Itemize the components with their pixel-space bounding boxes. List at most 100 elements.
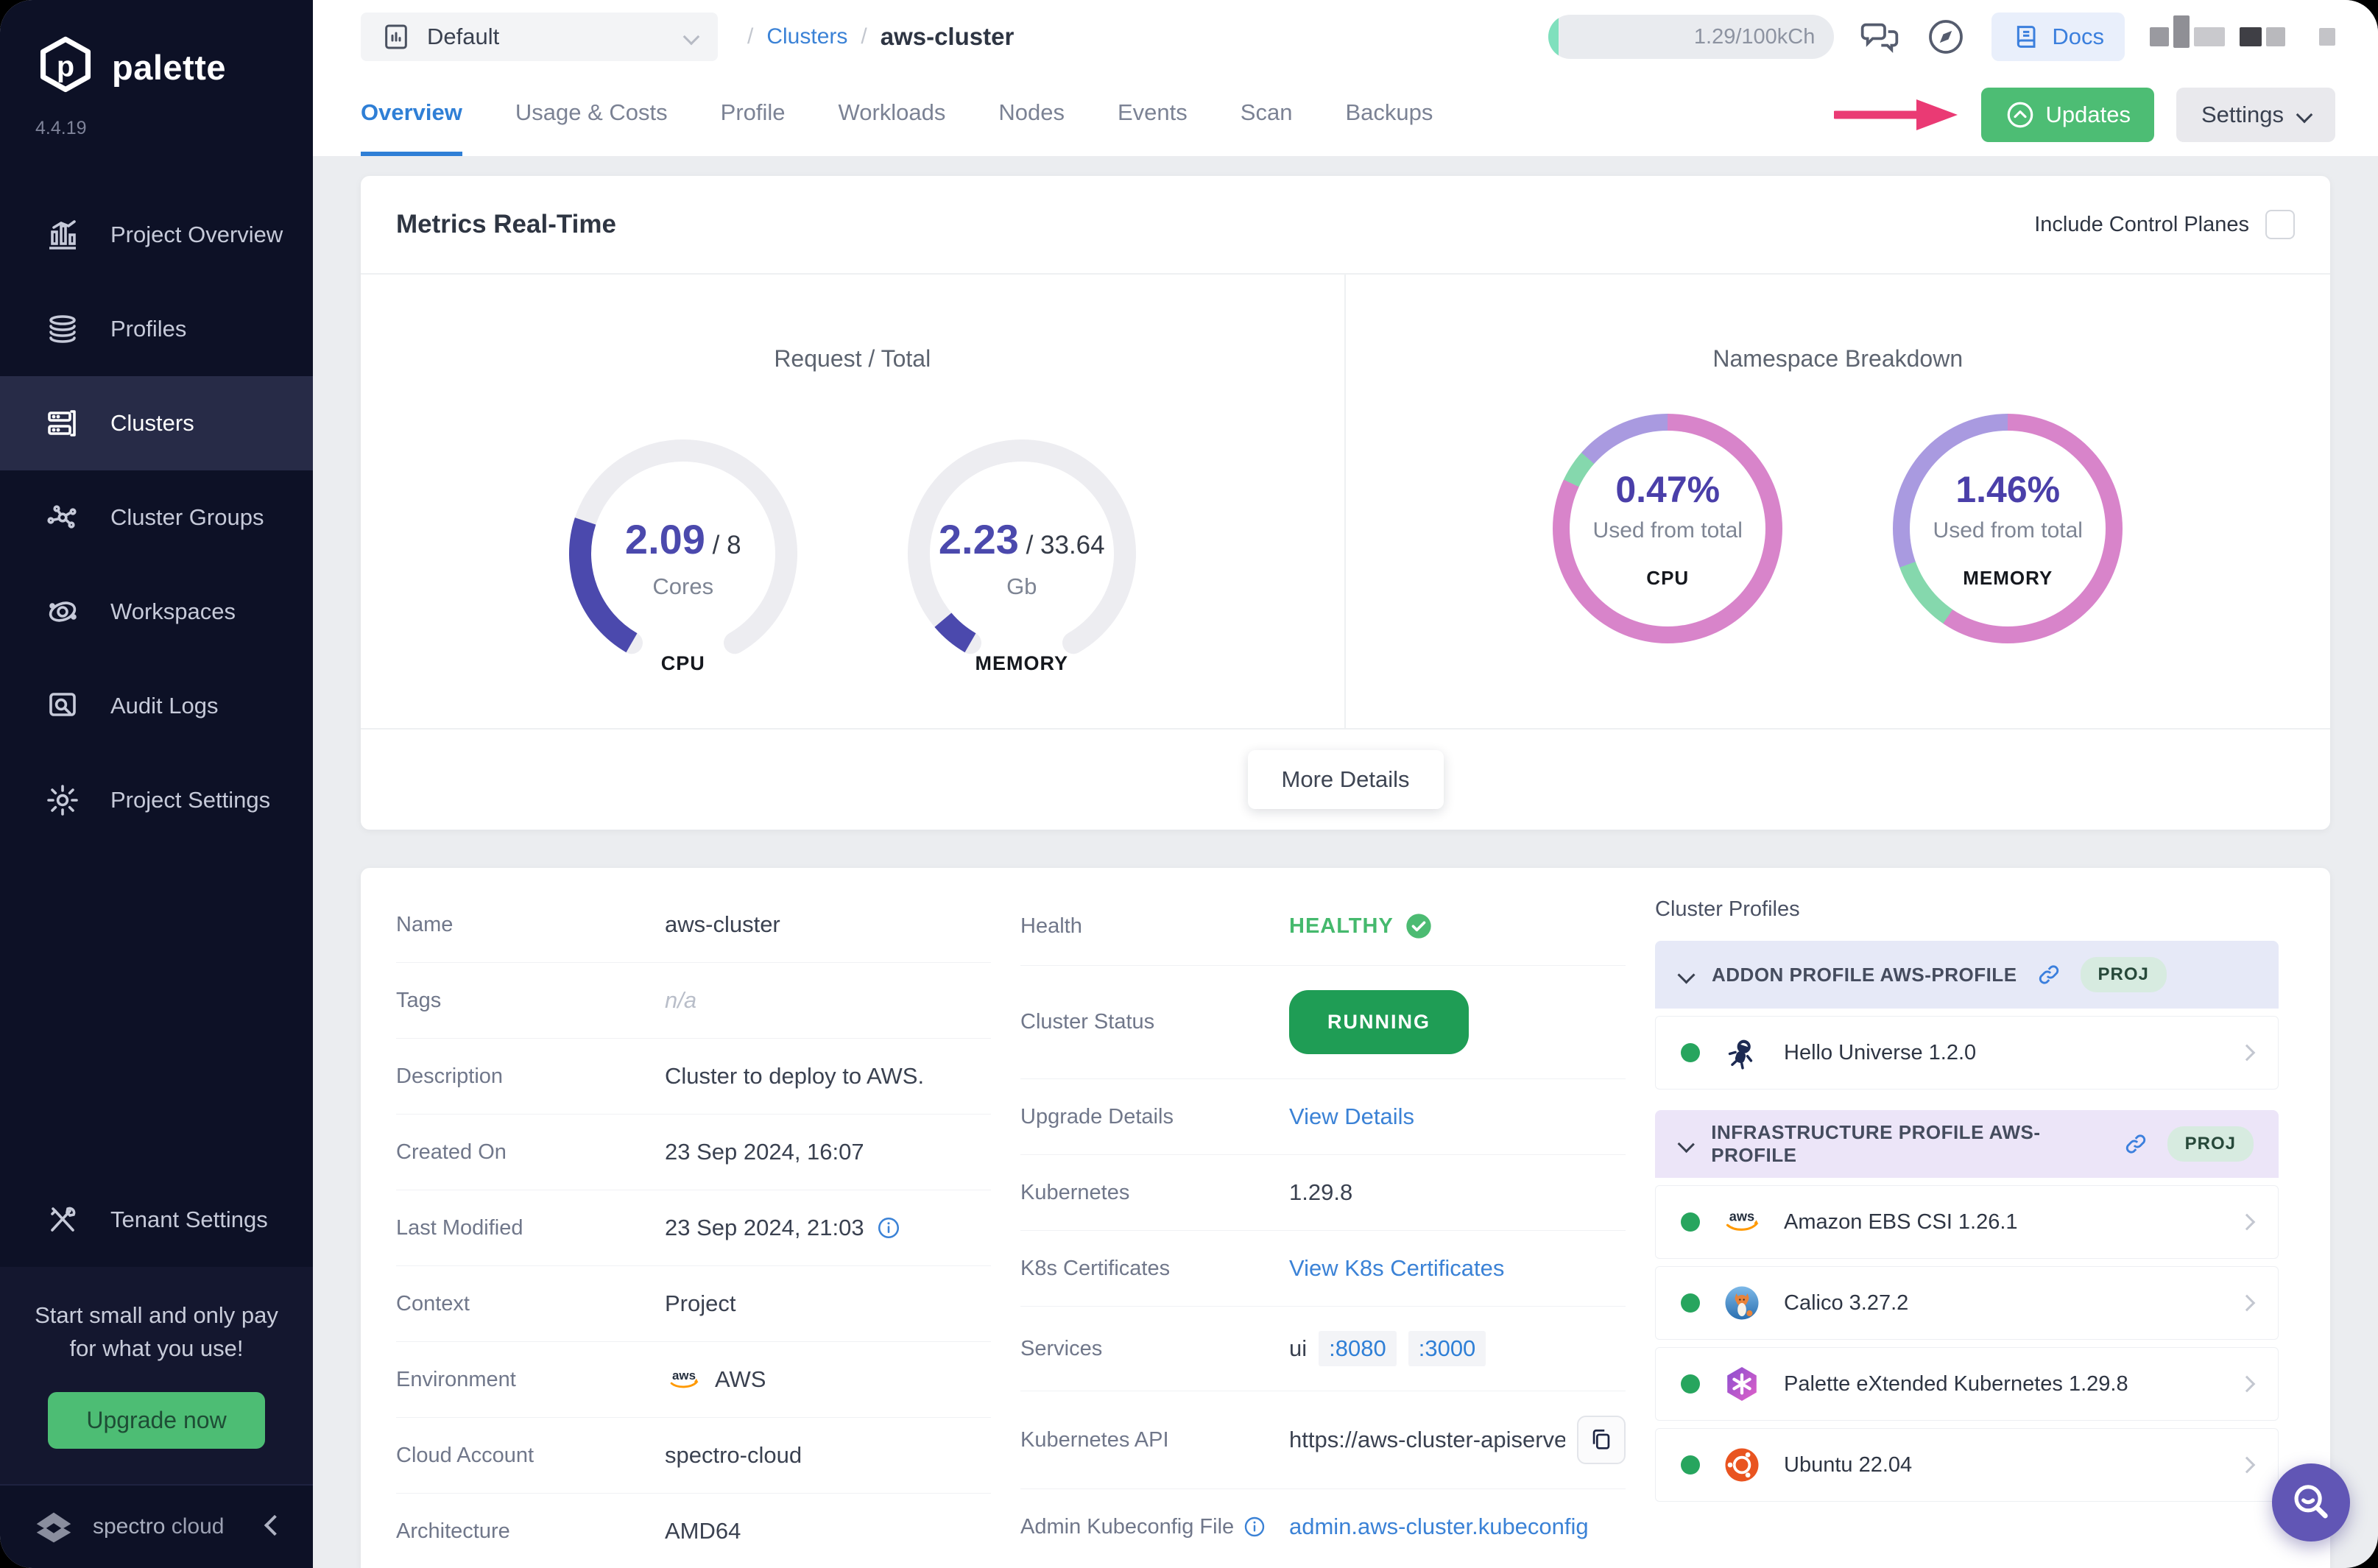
chevron-down-icon	[1677, 965, 1696, 984]
metrics-footer: More Details	[361, 728, 2330, 830]
chevron-right-icon	[2238, 1375, 2256, 1393]
profile-pack-name: Palette eXtended Kubernetes 1.29.8	[1784, 1371, 2128, 1396]
detail-row-description: Description Cluster to deploy to AWS.	[396, 1039, 991, 1115]
addon-profile-group-header[interactable]: ADDON PROFILE AWS-PROFILE PROJ	[1655, 941, 2279, 1009]
profile-row-amazon-ebs-csi[interactable]: aws Amazon EBS CSI 1.26.1	[1655, 1185, 2279, 1259]
tools-icon	[41, 1202, 84, 1237]
top-bar: Default / Clusters / aws-cluster 1.29/10…	[313, 0, 2378, 74]
sidebar-item-label: Cluster Groups	[110, 504, 264, 530]
footer-brand: spectro cloud	[93, 1514, 224, 1539]
usage-quota-value: 1.29/100kCh	[1693, 24, 1816, 49]
chat-button[interactable]	[1859, 16, 1900, 57]
upgrade-now-button[interactable]: Upgrade now	[48, 1392, 265, 1449]
sidebar-item-project-overview[interactable]: Project Overview	[0, 188, 313, 282]
more-details-button[interactable]: More Details	[1247, 750, 1444, 809]
pxk-hexagon-icon	[1721, 1363, 1763, 1405]
sidebar-item-label: Project Overview	[110, 222, 283, 247]
detail-label: Kubernetes API	[1020, 1427, 1169, 1452]
upgrade-promo-panel: Start small and only pay for what you us…	[0, 1267, 313, 1484]
detail-label: Last Modified	[396, 1215, 523, 1240]
detail-value: aws-cluster	[665, 911, 780, 937]
detail-value: spectro-cloud	[665, 1442, 802, 1468]
include-control-planes-checkbox[interactable]	[2265, 210, 2295, 239]
detail-label: K8s Certificates	[1020, 1256, 1171, 1280]
service-name: ui	[1289, 1335, 1308, 1361]
memory-request-value: 2.23	[938, 516, 1019, 562]
cluster-profiles-title: Cluster Profiles	[1655, 897, 1800, 921]
cpu-donut-label: CPU	[1646, 566, 1690, 589]
cluster-status-column: Health HEALTHY Cluster Status RUNNING Up…	[1020, 887, 1626, 1568]
profile-row-ubuntu[interactable]: Ubuntu 22.04	[1655, 1428, 2279, 1502]
tab-overview[interactable]: Overview	[361, 74, 462, 156]
project-selector-dropdown[interactable]: Default	[361, 13, 718, 61]
gear-icon	[41, 783, 84, 818]
profile-pack-name: Hello Universe 1.2.0	[1784, 1040, 1977, 1064]
tabs: Overview Usage & Costs Profile Workloads…	[361, 74, 1433, 156]
tab-scan[interactable]: Scan	[1241, 74, 1293, 156]
sidebar-item-project-settings[interactable]: Project Settings	[0, 753, 313, 847]
detail-label: Upgrade Details	[1020, 1104, 1174, 1129]
info-icon[interactable]	[1243, 1515, 1266, 1539]
proj-badge: PROJ	[2167, 1126, 2254, 1162]
detail-label: Admin Kubeconfig File	[1020, 1514, 1235, 1539]
explore-button[interactable]	[1925, 16, 1966, 57]
metrics-header: Metrics Real-Time Include Control Planes	[361, 176, 2330, 275]
status-dot-green	[1681, 1455, 1700, 1475]
sidebar-item-label: Workspaces	[110, 598, 236, 624]
detail-row-name: Name aws-cluster	[396, 887, 991, 963]
copy-api-url-button[interactable]	[1577, 1416, 1626, 1464]
sidebar-item-label: Profiles	[110, 316, 187, 342]
view-details-link[interactable]: View Details	[1289, 1103, 1414, 1130]
tab-nodes[interactable]: Nodes	[998, 74, 1065, 156]
tab-profile[interactable]: Profile	[721, 74, 786, 156]
info-icon[interactable]	[876, 1215, 901, 1240]
updates-button[interactable]: Updates	[1980, 88, 2154, 142]
kubernetes-version: 1.29.8	[1289, 1179, 1353, 1205]
memory-used-caption: Used from total	[1933, 518, 2083, 543]
sidebar-item-tenant-settings[interactable]: Tenant Settings	[0, 1173, 313, 1267]
profile-row-palette-extended-kubernetes[interactable]: Palette eXtended Kubernetes 1.29.8	[1655, 1347, 2279, 1421]
namespace-breakdown-panel: Namespace Breakdown 0.47% Used from tota…	[1346, 275, 2331, 728]
sidebar-item-label: Tenant Settings	[110, 1207, 268, 1233]
status-row-services: Services ui :8080 :3000	[1020, 1307, 1626, 1391]
kubeconfig-file-link[interactable]: admin.aws-cluster.kubeconfig	[1289, 1514, 1589, 1540]
status-dot-green	[1681, 1374, 1700, 1394]
cpu-request-value: 2.09	[624, 516, 705, 562]
sidebar-item-cluster-groups[interactable]: Cluster Groups	[0, 470, 313, 565]
tab-usage-costs[interactable]: Usage & Costs	[515, 74, 668, 156]
palette-logo-icon: p	[34, 35, 97, 99]
sidebar-item-clusters[interactable]: Clusters	[0, 376, 313, 470]
status-dot-green	[1681, 1293, 1700, 1313]
sidebar-nav: Project Overview Profiles Clusters Clust…	[0, 188, 313, 847]
sidebar-item-profiles[interactable]: Profiles	[0, 282, 313, 376]
promo-line2: for what you use!	[69, 1335, 244, 1362]
sidebar-item-audit-logs[interactable]: Audit Logs	[0, 659, 313, 753]
status-dot-green	[1681, 1043, 1700, 1062]
view-k8s-certificates-link[interactable]: View K8s Certificates	[1289, 1255, 1504, 1282]
profile-row-hello-universe[interactable]: Hello Universe 1.2.0	[1655, 1016, 2279, 1090]
tab-events[interactable]: Events	[1118, 74, 1188, 156]
service-port-link[interactable]: :3000	[1408, 1331, 1486, 1366]
service-port-link[interactable]: :8080	[1319, 1331, 1397, 1366]
tab-backups[interactable]: Backups	[1345, 74, 1433, 156]
search-fab-button[interactable]	[2272, 1463, 2350, 1541]
chevron-down-icon	[682, 28, 700, 46]
infrastructure-profile-group-header[interactable]: INFRASTRUCTURE PROFILE AWS-PROFILE PROJ	[1655, 1110, 2279, 1178]
settings-button[interactable]: Settings	[2176, 88, 2335, 142]
usage-quota-pill: 1.29/100kCh	[1548, 15, 1835, 59]
metrics-realtime-card: Metrics Real-Time Include Control Planes…	[361, 176, 2330, 830]
main-area: Default / Clusters / aws-cluster 1.29/10…	[313, 0, 2378, 1568]
sidebar-item-workspaces[interactable]: Workspaces	[0, 565, 313, 659]
docs-button[interactable]: Docs	[1991, 13, 2125, 61]
breadcrumb-clusters-link[interactable]: Clusters	[766, 24, 847, 49]
tab-workloads[interactable]: Workloads	[839, 74, 946, 156]
link-icon	[2123, 1131, 2148, 1156]
profile-row-calico[interactable]: Calico 3.27.2	[1655, 1266, 2279, 1340]
brand-name: palette	[112, 47, 226, 87]
detail-value: n/a	[665, 987, 697, 1013]
profile-pack-name: Calico 3.27.2	[1784, 1290, 1909, 1315]
svg-text:p: p	[57, 51, 74, 83]
aws-logo-icon: aws	[1721, 1201, 1763, 1243]
sidebar-collapse-button[interactable]	[264, 1514, 286, 1536]
promo-line1: Start small and only pay	[35, 1302, 278, 1329]
